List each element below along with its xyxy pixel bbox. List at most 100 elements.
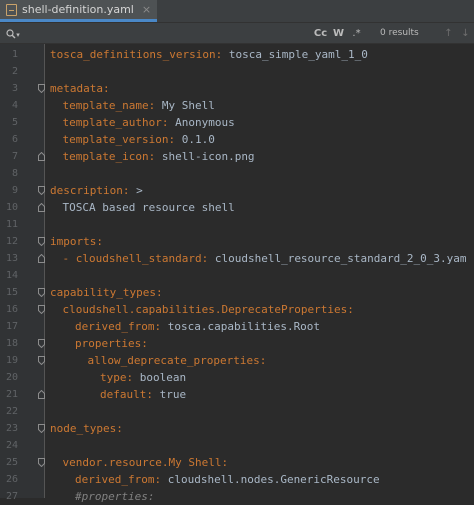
line-number: 10 — [5, 202, 18, 213]
line-number: 24 — [5, 440, 18, 451]
code-text: template_icon: shell-icon.png — [63, 148, 255, 165]
regex-toggle[interactable]: .* — [349, 28, 364, 39]
yaml-key: metadata — [50, 82, 103, 95]
yaml-key: capability_types — [50, 286, 156, 299]
code-line[interactable]: 15 capability_types: — [0, 284, 474, 301]
code-line[interactable]: 21 default: true — [0, 386, 474, 403]
close-tab-icon[interactable]: × — [142, 3, 151, 16]
yaml-value: boolean — [139, 371, 187, 384]
code-line[interactable]: 12 imports: — [0, 233, 474, 250]
line-number: 14 — [5, 270, 18, 281]
code-line[interactable]: 13 - cloudshell_standard: cloudshell_reso… — [0, 250, 474, 267]
yaml-value: cloudshell.nodes.GenericResource — [167, 473, 380, 486]
code-line[interactable]: 19 allow_deprecate_properties: — [0, 352, 474, 369]
yaml-separator: : — [201, 252, 215, 265]
code-line[interactable]: 16 cloudshell.capabilities.DeprecatePrope… — [0, 301, 474, 318]
search-results-count: 0 results — [380, 28, 419, 38]
yaml-key: properties — [75, 337, 142, 350]
yaml-separator: : — [259, 354, 267, 367]
line-number: 12 — [5, 236, 18, 247]
yaml-value: shell-icon.png — [161, 150, 255, 163]
fold-open-icon[interactable] — [38, 84, 45, 93]
code-line[interactable]: 2 — [0, 63, 474, 80]
yaml-value: My Shell — [161, 99, 215, 112]
line-number: 11 — [5, 219, 18, 230]
fold-end-icon[interactable] — [38, 254, 45, 263]
line-number: 25 — [5, 457, 18, 468]
line-number: 23 — [5, 423, 18, 434]
list-dash: - — [62, 252, 76, 265]
line-number: 19 — [5, 355, 18, 366]
whole-word-toggle[interactable]: W — [331, 28, 346, 39]
yaml-key: vendor.resource.My Shell — [62, 456, 222, 469]
code-line[interactable]: 9 description: > — [0, 182, 474, 199]
line-number: 1 — [11, 49, 18, 60]
code-line[interactable]: 4 template_name: My Shell — [0, 97, 474, 114]
code-editor[interactable]: 1 tosca_definitions_version: tosca_simple… — [0, 44, 474, 503]
yaml-separator: : — [154, 320, 168, 333]
yaml-separator: : — [168, 133, 182, 146]
fold-end-icon[interactable] — [38, 203, 45, 212]
code-text: vendor.resource.My Shell: — [63, 454, 229, 471]
code-line[interactable]: 23 node_types: — [0, 420, 474, 437]
code-line[interactable]: 1 tosca_definitions_version: tosca_simple… — [0, 46, 474, 63]
yaml-key: derived_from — [75, 320, 155, 333]
vertical-scrollbar[interactable] — [466, 44, 474, 498]
code-text: node_types: — [50, 420, 123, 437]
code-line[interactable]: 22 — [0, 403, 474, 420]
fold-open-icon[interactable] — [38, 458, 45, 467]
code-line[interactable]: 14 — [0, 267, 474, 284]
line-number: 9 — [11, 185, 18, 196]
yaml-key: description — [50, 184, 123, 197]
fold-end-icon[interactable] — [38, 152, 45, 161]
code-line[interactable]: 5 template_author: Anonymous — [0, 114, 474, 131]
code-line[interactable]: 18 properties: — [0, 335, 474, 352]
line-number: 18 — [5, 338, 18, 349]
yaml-key: cloudshell_standard — [75, 252, 202, 265]
code-text: default: true — [100, 386, 186, 403]
code-line[interactable]: 8 — [0, 165, 474, 182]
code-text: derived_from: tosca.capabilities.Root — [75, 318, 320, 335]
code-line[interactable]: 11 — [0, 216, 474, 233]
fold-open-icon[interactable] — [38, 339, 45, 348]
code-line[interactable]: 26 derived_from: cloudshell.nodes.Generic… — [0, 471, 474, 488]
line-number: 21 — [5, 389, 18, 400]
previous-occurrence-icon[interactable]: ↑ — [440, 28, 457, 39]
code-line[interactable]: 24 — [0, 437, 474, 454]
yaml-separator: : — [126, 371, 140, 384]
yaml-separator: : — [122, 184, 137, 197]
search-icon[interactable]: ▾ — [0, 27, 26, 40]
next-occurrence-icon[interactable]: ↓ — [457, 28, 474, 39]
yaml-separator: : — [141, 337, 148, 350]
yaml-value: Anonymous — [175, 116, 235, 129]
yaml-separator: : — [96, 235, 103, 248]
yaml-key: template_author — [62, 116, 162, 129]
fold-end-icon[interactable] — [38, 390, 45, 399]
yaml-key: cloudshell.capabilities.DeprecatePropert… — [62, 303, 348, 316]
code-line[interactable]: 7 template_icon: shell-icon.png — [0, 148, 474, 165]
fold-open-icon[interactable] — [38, 186, 45, 195]
fold-open-icon[interactable] — [38, 356, 45, 365]
yaml-separator: : — [154, 473, 168, 486]
code-line[interactable]: 10 TOSCA based resource shell — [0, 199, 474, 216]
code-line[interactable]: 6 template_version: 0.1.0 — [0, 131, 474, 148]
fold-open-icon[interactable] — [38, 288, 45, 297]
yaml-key: template_version — [62, 133, 169, 146]
fold-open-icon[interactable] — [38, 237, 45, 246]
code-line[interactable]: 3 metadata: — [0, 80, 474, 97]
fold-open-icon[interactable] — [38, 305, 45, 314]
yaml-separator: : — [155, 286, 163, 299]
code-line[interactable]: 20 type: boolean — [0, 369, 474, 386]
code-text: template_author: Anonymous — [63, 114, 235, 131]
line-number: 22 — [5, 406, 18, 417]
code-line[interactable]: 25 vendor.resource.My Shell: — [0, 454, 474, 471]
tab-shell-definition[interactable]: shell-definition.yaml × — [0, 0, 158, 22]
yaml-key: template_name — [62, 99, 149, 112]
fold-open-icon[interactable] — [38, 424, 45, 433]
match-case-toggle[interactable]: Cc — [313, 28, 328, 39]
code-text: type: boolean — [100, 369, 186, 386]
code-text: allow_deprecate_properties: — [88, 352, 267, 369]
yaml-separator: : — [347, 303, 354, 316]
yaml-value: true — [159, 388, 187, 401]
code-line[interactable]: 17 derived_from: tosca.capabilities.Root — [0, 318, 474, 335]
